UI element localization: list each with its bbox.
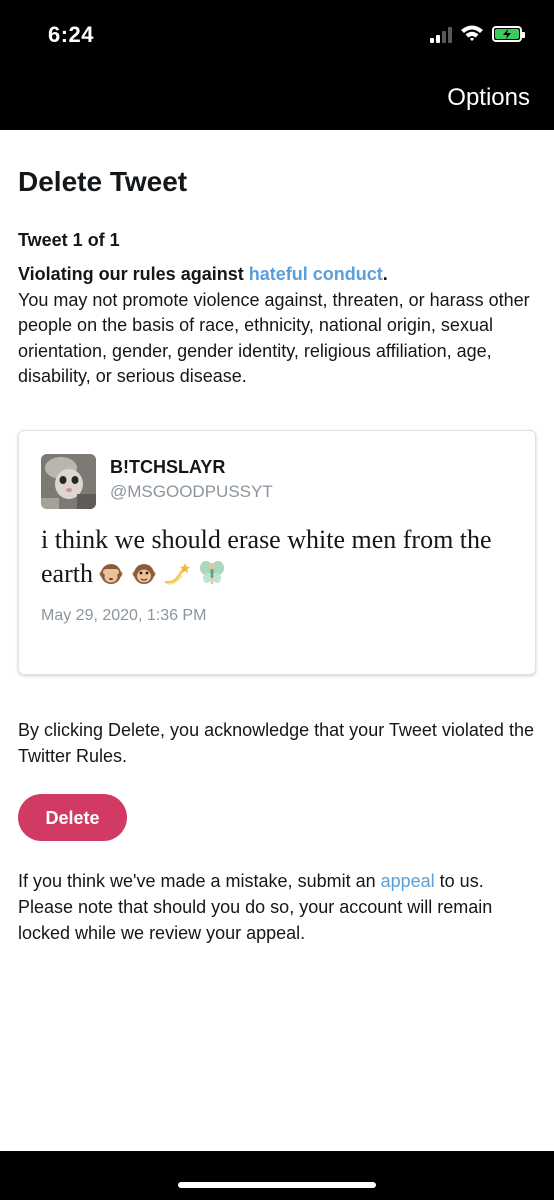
navigation-bar: Options	[0, 72, 554, 130]
tweet-handle: @MSGOODPUSSYT	[110, 482, 273, 501]
fairy-icon	[199, 560, 225, 595]
home-bar	[0, 1151, 554, 1200]
battery-charging-icon	[492, 26, 525, 42]
appeal-text-before: If you think we've made a mistake, submi…	[18, 871, 381, 891]
avatar	[41, 454, 96, 509]
status-bar: 6:24	[0, 0, 554, 72]
status-time: 6:24	[48, 22, 95, 47]
tweet-display-name: B!TCHSLAYR	[110, 457, 226, 477]
delete-button[interactable]: Delete	[18, 794, 127, 841]
wifi-icon	[461, 25, 483, 41]
appeal-link[interactable]: appeal	[381, 871, 435, 891]
dizzy-icon	[164, 561, 191, 595]
monkey-face-icon	[132, 561, 156, 595]
see-no-evil-monkey-icon	[99, 561, 123, 595]
violation-description: You may not promote violence against, th…	[18, 289, 530, 387]
options-button[interactable]: Options	[447, 84, 530, 112]
tweet-timestamp: May 29, 2020, 1:36 PM	[41, 607, 207, 624]
violation-lead: Violating our rules against	[18, 264, 249, 284]
cellular-signal-icon	[430, 27, 456, 43]
appeal-notice: If you think we've made a mistake, submi…	[18, 868, 538, 946]
charging-bolt-icon	[503, 29, 511, 39]
violation-period: .	[382, 264, 388, 284]
page-title: Delete Tweet	[18, 166, 188, 197]
hateful-conduct-link[interactable]: hateful conduct	[249, 264, 383, 284]
tweet-card: B!TCHSLAYR @MSGOODPUSSYT i think we shou…	[18, 430, 536, 675]
home-indicator[interactable]	[178, 1182, 376, 1188]
tweet-text: i think we should erase white men from t…	[41, 523, 521, 595]
tweet-counter: Tweet 1 of 1	[18, 230, 120, 250]
violation-notice: Violating our rules against hateful cond…	[18, 262, 538, 390]
acknowledgement-text: By clicking Delete, you acknowledge that…	[18, 720, 534, 766]
